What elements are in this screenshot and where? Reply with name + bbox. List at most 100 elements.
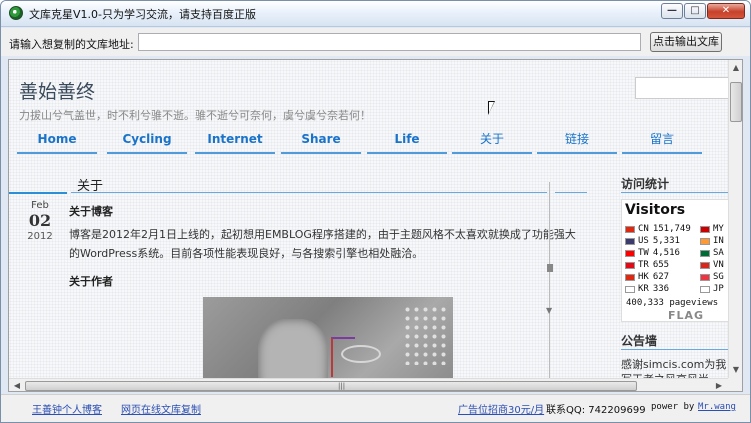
nav-home[interactable]: Home <box>17 130 97 154</box>
country-code: SG <box>713 272 724 282</box>
scroll-up-icon[interactable]: ▲ <box>730 62 742 74</box>
nav-about[interactable]: 关于 <box>452 130 532 154</box>
scroll-left-icon[interactable]: ◀ <box>11 380 23 391</box>
visitor-widget-title: Visitors <box>625 202 686 218</box>
author-link[interactable]: Mr.wang <box>698 402 736 412</box>
content-scroll-indicator[interactable]: ▼ <box>546 182 553 380</box>
window-title: 文库克星V1.0-只为学习交流，请支持百度正版 <box>29 8 256 21</box>
nav-life[interactable]: Life <box>367 130 447 154</box>
post-heading-author: 关于作者 <box>69 275 113 288</box>
online-copy-link[interactable]: 网页在线文库复制 <box>121 401 201 416</box>
post-date: Feb 02 2012 <box>15 200 65 242</box>
stats-rule <box>621 192 729 193</box>
country-count: 627 <box>652 272 670 282</box>
country-flag-icon <box>625 249 635 257</box>
country-code: SA <box>713 248 724 258</box>
close-button[interactable]: ✕ <box>707 3 745 19</box>
main-nav: Home Cycling Internet Share Life 关于 链接 留… <box>17 130 729 154</box>
visitor-stat-row: TR 655 <box>625 259 691 271</box>
post-date-year: 2012 <box>27 231 53 242</box>
site-title[interactable]: 善始善终 <box>19 77 95 104</box>
scroll-right-icon[interactable]: ▶ <box>713 380 725 391</box>
visitor-stat-row: MY <box>700 223 724 235</box>
notice-title: 公告墙 <box>621 334 658 348</box>
title-bar[interactable]: 文库克星V1.0-只为学习交流，请支持百度正版 — □ ✕ <box>1 1 750 27</box>
visitor-stat-row: VN <box>700 259 724 271</box>
maximize-button[interactable]: □ <box>684 3 706 19</box>
country-count: 4,516 <box>652 248 680 258</box>
country-flag-icon <box>625 273 635 281</box>
horizontal-scrollbar[interactable]: ◀ ||| ▶ <box>9 378 728 391</box>
powered-by: power by <box>651 402 695 412</box>
visitor-stat-row: JP <box>700 283 724 295</box>
notice-text: 感谢simcis.com为我写王者之风高风尚 <box>621 358 727 380</box>
visitor-stat-row: TW 4,516 <box>625 247 691 259</box>
scroll-corner <box>728 378 742 391</box>
country-code: VN <box>713 260 724 270</box>
country-code: US <box>638 236 649 246</box>
address-input[interactable] <box>138 33 641 51</box>
country-code: CN <box>638 224 649 234</box>
nav-internet[interactable]: Internet <box>195 130 275 154</box>
search-input[interactable] <box>635 77 729 99</box>
visitor-stat-row: SG <box>700 271 724 283</box>
ad-link[interactable]: 广告位招商30元/月 <box>458 401 544 416</box>
visitor-stat-row: SA <box>700 247 724 259</box>
section-rule-right <box>555 192 587 193</box>
country-code: TR <box>638 260 649 270</box>
horizontal-scroll-thumb[interactable]: ||| <box>25 381 637 391</box>
section-title: 关于 <box>77 179 104 194</box>
country-flag-icon <box>625 225 635 233</box>
country-code: TW <box>638 248 649 258</box>
notice-rule <box>621 349 729 350</box>
country-code: MY <box>713 224 724 234</box>
post-heading-blog: 关于博客 <box>69 205 113 218</box>
post-paragraph: 博客是2012年2月1日上线的，起初想用EMBLOG程序搭建的，由于主题风格不太… <box>69 228 576 260</box>
post-date-month: Feb <box>31 200 49 211</box>
export-button[interactable]: 点击输出文库 <box>650 32 722 52</box>
nav-links[interactable]: 链接 <box>537 130 617 154</box>
section-rule <box>71 192 547 193</box>
flagcounter-logo: FLAG <box>668 309 705 322</box>
country-count: 655 <box>652 260 670 270</box>
visitor-stat-row: IN <box>700 235 724 247</box>
country-flag-icon <box>625 261 635 269</box>
web-page: 善始善终 力拔山兮气盖世，时不利兮骓不逝。骓不逝兮可奈何，虞兮虞兮奈若何！ Ho… <box>9 60 729 380</box>
address-row: 请输入想复制的文库地址: 点击输出文库 <box>1 28 750 56</box>
nav-share[interactable]: Share <box>281 130 361 154</box>
visitor-stats-left: CN 151,749 US 5,331 TW 4,516 TR 655 HK 627 KR 336 <box>625 223 691 295</box>
vertical-scrollbar[interactable]: ▲ ▼ <box>728 60 742 378</box>
browser-viewport: 善始善终 力拔山兮气盖世，时不利兮骓不逝。骓不逝兮可奈何，虞兮虞兮奈若何！ Ho… <box>8 59 743 392</box>
country-flag-icon <box>625 237 635 245</box>
app-window: 文库克星V1.0-只为学习交流，请支持百度正版 — □ ✕ 请输入想复制的文库地… <box>0 0 751 423</box>
vertical-scroll-thumb[interactable] <box>730 82 742 122</box>
country-count: 336 <box>652 284 670 294</box>
country-flag-icon <box>625 285 635 293</box>
country-flag-icon <box>700 225 710 233</box>
visitor-stats-right: MY IN SA VN SG JP <box>700 223 724 295</box>
contact-qq: 联系QQ: 742209699 <box>546 405 646 416</box>
address-label: 请输入想复制的文库地址: <box>9 38 134 51</box>
visitor-stat-row: US 5,331 <box>625 235 691 247</box>
nav-guestbook[interactable]: 留言 <box>622 130 702 154</box>
status-bar: 王善钟个人博客 网页在线文库复制 广告位招商30元/月 联系QQ: 742209… <box>1 394 750 422</box>
country-flag-icon <box>700 285 710 293</box>
minimize-button[interactable]: — <box>661 3 683 19</box>
pageviews-count: 400,333 pageviews <box>626 298 719 308</box>
grip-icon: ||| <box>338 382 346 390</box>
stats-title: 访问统计 <box>621 177 670 191</box>
country-count: 151,749 <box>652 224 691 234</box>
blog-link[interactable]: 王善钟个人博客 <box>32 401 102 416</box>
author-photo <box>203 297 453 380</box>
country-count: 5,331 <box>652 236 680 246</box>
visitor-stat-row: HK 627 <box>625 271 691 283</box>
nav-cycling[interactable]: Cycling <box>107 130 187 154</box>
visitor-widget[interactable]: Visitors CN 151,749 US 5,331 TW 4,516 TR 655 HK 6… <box>621 199 729 322</box>
mouse-cursor-icon <box>488 101 495 115</box>
visitor-stat-row: KR 336 <box>625 283 691 295</box>
scroll-down-icon[interactable]: ▼ <box>730 364 742 376</box>
post-date-day: 02 <box>28 211 52 230</box>
site-subtitle: 力拔山兮气盖世，时不利兮骓不逝。骓不逝兮可奈何，虞兮虞兮奈若何！ <box>19 109 371 122</box>
country-code: KR <box>638 284 649 294</box>
country-code: HK <box>638 272 649 282</box>
